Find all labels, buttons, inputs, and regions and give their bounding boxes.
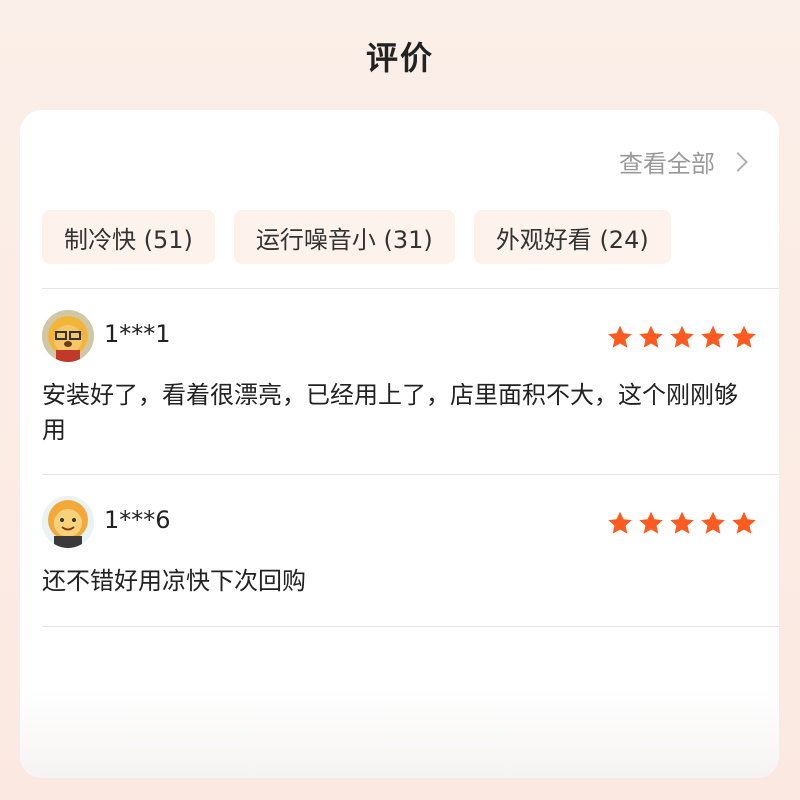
view-all-link[interactable]: 查看全部 (619, 144, 748, 179)
star-icon (670, 511, 694, 534)
star-icon (701, 511, 725, 534)
review-username: 1***6 (104, 506, 171, 534)
star-icon (608, 325, 632, 348)
rating-stars (607, 324, 757, 350)
star-icon (639, 511, 663, 534)
lion-mascot-avatar-icon (42, 496, 94, 548)
page-title: 评价 (365, 39, 434, 77)
review-text: 安装好了，看着很漂亮，已经用上了，店里面积不大，这个刚刚够用 (42, 381, 738, 444)
lion-mascot-avatar-icon (42, 310, 94, 362)
review-tag[interactable]: 运行噪音小 (31) (233, 210, 455, 264)
star-icon (732, 511, 756, 534)
rating-stars (607, 510, 757, 536)
review-item: 1***6 还不错好用凉快下次回购 (42, 496, 757, 626)
star-icon (670, 325, 694, 348)
review-tag[interactable]: 外观好看 (24) (473, 210, 671, 264)
review-username: 1***1 (104, 320, 171, 348)
view-all-label: 查看全部 (619, 150, 715, 178)
star-icon (639, 325, 663, 348)
reviews-card: 查看全部 制冷快 (51) 运行噪音小 (31) 外观好看 (24) 1***1 (20, 110, 779, 778)
review-text: 还不错好用凉快下次回购 (42, 567, 306, 595)
review-tag[interactable]: 制冷快 (51) (42, 210, 215, 264)
star-icon (701, 325, 725, 348)
review-item: 1***1 安装好了，看着很漂亮，已经用上了，店里面积不大，这个刚刚够用 (42, 310, 757, 470)
divider (42, 474, 779, 475)
star-icon (732, 325, 756, 348)
avatar[interactable] (42, 496, 94, 548)
star-icon (608, 511, 632, 534)
avatar[interactable] (42, 310, 94, 362)
review-tag-list: 制冷快 (51) 运行噪音小 (31) 外观好看 (24) (42, 210, 671, 264)
chevron-right-icon (728, 151, 748, 172)
divider (42, 288, 779, 289)
divider (42, 626, 779, 627)
